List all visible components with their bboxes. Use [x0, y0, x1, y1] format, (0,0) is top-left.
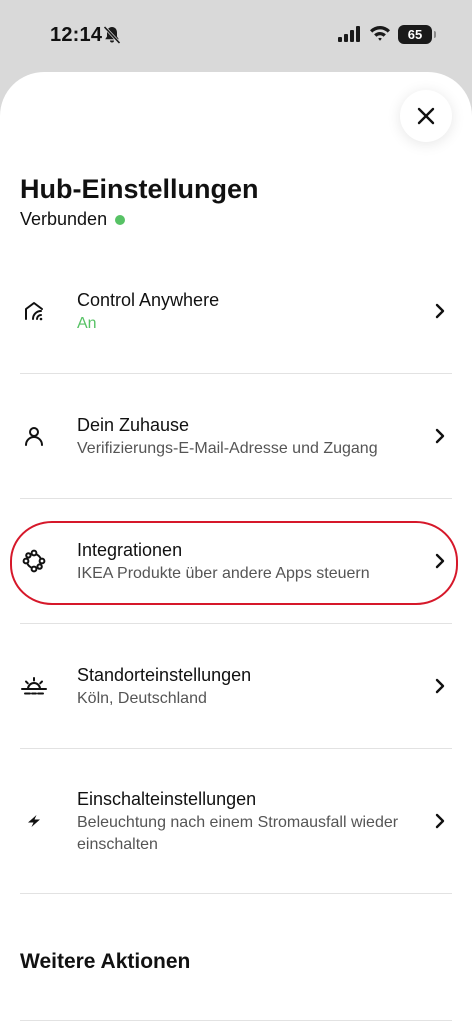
chevron-right-icon [435, 303, 445, 319]
settings-item-title: Standorteinstellungen [77, 664, 252, 685]
signal-icon [338, 26, 360, 42]
divider [20, 893, 452, 894]
connection-status: Verbunden [20, 209, 126, 230]
close-button[interactable] [400, 90, 452, 142]
chevron-right-icon [435, 678, 445, 694]
settings-item-subtitle: Verifizierungs-E-Mail-Adresse und Zugang [77, 439, 378, 457]
page-title: Hub-Einstellungen [20, 174, 259, 204]
section-title-weitere-aktionen: Weitere Aktionen [20, 950, 191, 973]
settings-item-subtitle: IKEA Produkte über andere Apps steuern [77, 564, 370, 582]
connection-status-label: Verbunden [20, 209, 108, 229]
settings-item-einschalteinstellungen[interactable]: Einschalteinstellungen Beleuchtung nach … [0, 749, 472, 893]
wifi-icon [370, 25, 390, 41]
close-icon [417, 107, 435, 125]
settings-item-control-anywhere[interactable]: Control Anywhere An [0, 249, 472, 373]
settings-item-subtitle: An [77, 314, 97, 332]
settings-item-standorteinstellungen[interactable]: Standorteinstellungen Köln, Deutschland [0, 624, 472, 748]
settings-item-title: Einschalteinstellungen [77, 788, 257, 809]
chevron-right-icon [435, 428, 445, 444]
settings-item-title: Dein Zuhause [77, 414, 190, 435]
divider [20, 1020, 452, 1021]
status-dot-icon [115, 214, 126, 225]
status-time: 12:14 [50, 24, 103, 46]
battery-icon: 65 [398, 25, 436, 44]
chevron-right-icon [435, 553, 445, 569]
person-icon [20, 422, 48, 450]
settings-list: Control Anywhere An Dein Zuhause Verifiz… [0, 249, 472, 894]
settings-item-integrationen[interactable]: Integrationen IKEA Produkte über andere … [0, 499, 472, 623]
settings-item-title: Control Anywhere [77, 289, 220, 310]
sunrise-icon [20, 672, 48, 700]
home-wifi-icon [20, 297, 48, 325]
integrations-icon [20, 547, 48, 575]
bell-slash-icon [103, 25, 121, 45]
settings-item-title: Integrationen [77, 539, 183, 560]
settings-item-dein-zuhause[interactable]: Dein Zuhause Verifizierungs-E-Mail-Adres… [0, 374, 472, 498]
battery-level: 65 [407, 27, 423, 42]
lightning-icon [20, 807, 48, 835]
hub-settings-sheet: Hub-Einstellungen Verbunden Control Anyw… [0, 72, 472, 1024]
settings-item-subtitle: Beleuchtung nach einem Stromausfall wied… [77, 813, 399, 853]
chevron-right-icon [435, 813, 445, 829]
settings-item-subtitle: Köln, Deutschland [77, 689, 207, 707]
status-bar: 12:14 65 [0, 0, 472, 72]
